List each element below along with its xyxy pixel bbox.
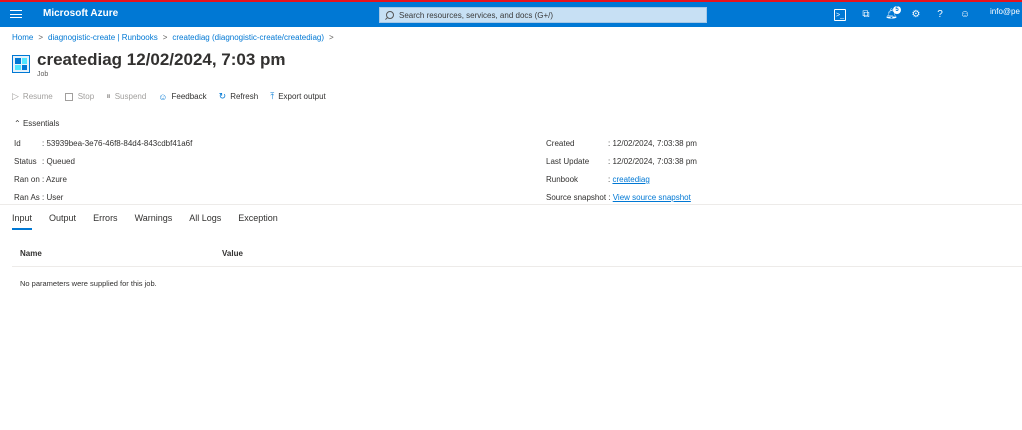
- essentials-key: Created: [546, 139, 575, 148]
- export-icon: ⤒: [270, 91, 275, 101]
- essentials-value: 12/02/2024, 7:03:38 pm: [612, 139, 697, 148]
- account-name[interactable]: info@pe: [990, 7, 1020, 16]
- essentials-value: Azure: [46, 175, 67, 184]
- essentials-last-update: Last Update: 12/02/2024, 7:03:38 pm: [546, 157, 697, 166]
- column-header-value: Value: [222, 249, 243, 258]
- essentials-status: Status: Queued: [14, 157, 75, 166]
- export-label: Export output: [278, 92, 326, 101]
- breadcrumb-separator: >: [329, 33, 334, 42]
- essentials-ran-on: Ran on: Azure: [14, 175, 67, 184]
- suspend-button[interactable]: ⏸︎ Suspend: [106, 91, 146, 102]
- essentials-ran-as: Ran As: User: [14, 193, 64, 202]
- breadcrumb-separator: >: [162, 33, 168, 42]
- essentials-key: Ran As: [14, 193, 40, 202]
- refresh-label: Refresh: [230, 92, 259, 101]
- essentials-id: Id: 53939bea-3e76-46f8-84d4-843cdbf41a6f: [14, 139, 193, 148]
- brand-name[interactable]: Microsoft Azure: [43, 8, 118, 19]
- essentials-value: User: [46, 193, 64, 202]
- essentials-label: Essentials: [22, 119, 60, 128]
- essentials-toggle[interactable]: ⌃ Essentials: [14, 119, 59, 128]
- breadcrumb-runbook[interactable]: creatediag (diagnogistic-create/createdi…: [172, 33, 324, 42]
- cloud-shell-icon[interactable]: >_: [834, 9, 846, 21]
- job-icon: [12, 55, 30, 73]
- page-title: creatediag 12/02/2024, 7:03 pm: [37, 50, 286, 69]
- breadcrumb: Home > diagnogistic-create | Runbooks > crea…: [12, 33, 339, 42]
- export-output-button[interactable]: ⤒ Export output: [270, 91, 326, 102]
- divider: [0, 204, 1022, 205]
- chevron-up-icon: ⌃: [14, 119, 21, 128]
- suspend-label: Suspend: [114, 92, 147, 101]
- tab-output[interactable]: Output: [49, 213, 76, 230]
- tab-all-logs[interactable]: All Logs: [189, 213, 221, 230]
- breadcrumb-home[interactable]: Home: [12, 33, 33, 42]
- essentials-runbook: Runbook: creatediag: [546, 175, 650, 184]
- search-input[interactable]: Search resources, services, and docs (G+…: [379, 7, 707, 23]
- tab-bar: Input Output Errors Warnings All Logs Ex…: [12, 213, 295, 230]
- refresh-icon: ↻: [218, 91, 227, 101]
- feedback-icon[interactable]: ☺: [959, 9, 971, 21]
- essentials-created: Created: 12/02/2024, 7:03:38 pm: [546, 139, 697, 148]
- view-source-snapshot-link[interactable]: View source snapshot: [613, 193, 691, 202]
- feedback-label: Feedback: [171, 92, 207, 101]
- runbook-link[interactable]: creatediag: [612, 175, 649, 184]
- table-divider: [12, 266, 1022, 267]
- essentials-value: Queued: [46, 157, 75, 166]
- empty-message: No parameters were supplied for this job…: [20, 279, 157, 288]
- tab-warnings[interactable]: Warnings: [135, 213, 173, 230]
- tab-input[interactable]: Input: [12, 213, 33, 230]
- essentials-key: Source snapshot: [546, 193, 607, 202]
- feedback-button[interactable]: ☺ Feedback: [158, 92, 206, 102]
- top-bar: Microsoft Azure Search resources, servic…: [0, 0, 1022, 27]
- pause-icon: ⏸︎: [106, 91, 111, 101]
- tab-errors[interactable]: Errors: [93, 213, 118, 230]
- essentials-value: 12/02/2024, 7:03:38 pm: [612, 157, 697, 166]
- essentials-key: Id: [14, 139, 21, 148]
- resume-label: Resume: [22, 92, 53, 101]
- column-header-name: Name: [20, 249, 42, 258]
- directory-filter-icon[interactable]: ⧉: [860, 9, 872, 21]
- stop-icon: [64, 92, 73, 101]
- more-options-button[interactable]: ···: [271, 54, 284, 65]
- settings-icon[interactable]: ⚙: [910, 9, 922, 21]
- breadcrumb-separator: >: [38, 33, 44, 42]
- feedback-person-icon: ☺: [158, 91, 168, 102]
- play-icon: ▷: [12, 91, 19, 101]
- stop-button[interactable]: Stop: [64, 92, 95, 101]
- essentials-key: Last Update: [546, 157, 590, 166]
- tab-exception[interactable]: Exception: [238, 213, 278, 230]
- menu-icon[interactable]: [10, 8, 22, 20]
- essentials-key: Runbook: [546, 175, 579, 184]
- page-subtitle: Job: [37, 71, 49, 78]
- refresh-button[interactable]: ↻ Refresh: [219, 91, 259, 102]
- breadcrumb-runbooks[interactable]: diagnogistic-create | Runbooks: [48, 33, 158, 42]
- essentials-key: Status: [14, 157, 37, 166]
- essentials-key: Ran on: [14, 175, 40, 184]
- search-placeholder: Search resources, services, and docs (G+…: [399, 10, 554, 20]
- stop-label: Stop: [77, 92, 95, 101]
- essentials-source-snapshot: Source snapshot : View source snapshot: [546, 193, 691, 202]
- command-bar: ▷ Resume Stop ⏸︎ Suspend ☺ Feedback ↻ Re…: [12, 91, 338, 102]
- essentials-value: 53939bea-3e76-46f8-84d4-843cdbf41a6f: [46, 139, 193, 148]
- search-icon: [386, 11, 394, 19]
- resume-button[interactable]: ▷ Resume: [12, 91, 53, 102]
- notification-badge: 5: [893, 6, 901, 14]
- help-icon[interactable]: ?: [934, 9, 946, 21]
